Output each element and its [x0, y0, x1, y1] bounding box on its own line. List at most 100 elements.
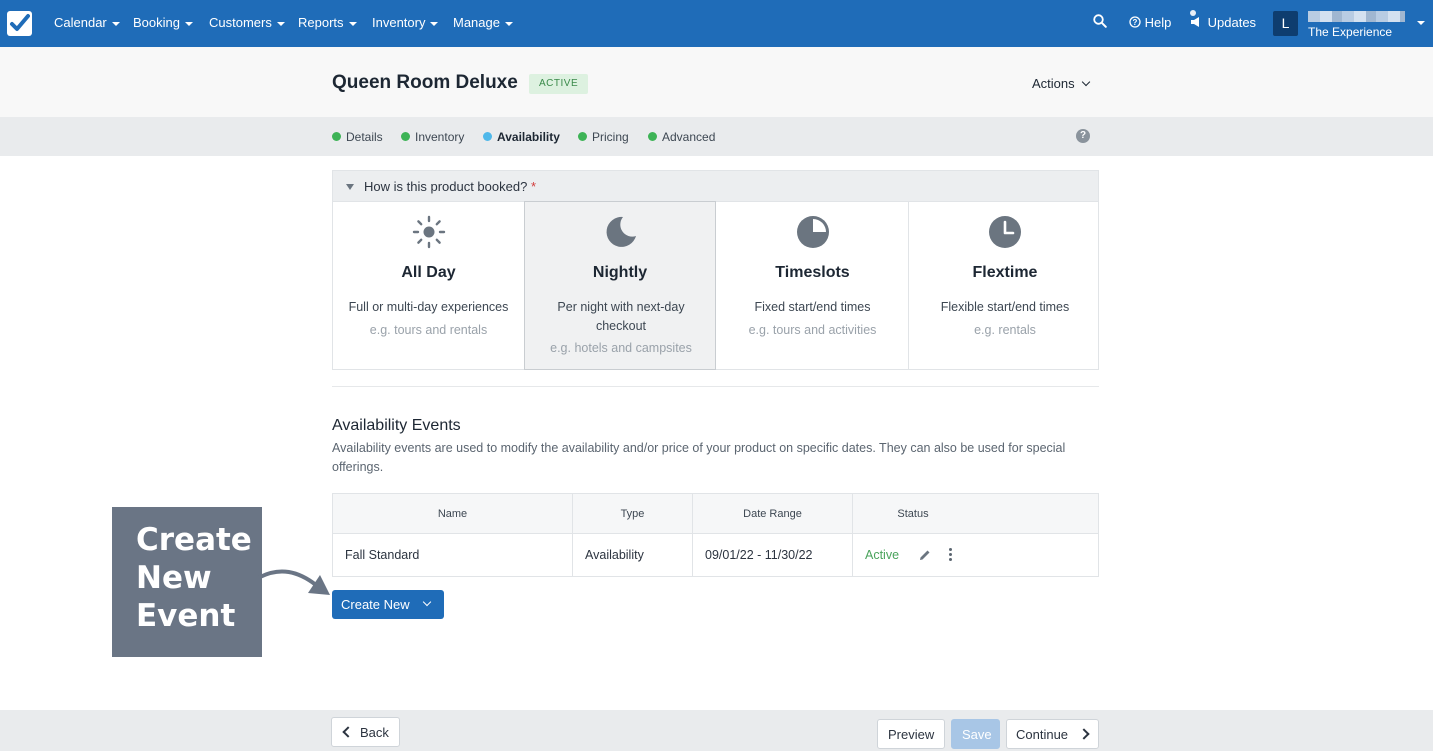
more-options-kebab-icon[interactable]: [949, 548, 952, 562]
chevron-down-icon: [422, 597, 432, 607]
step-advanced[interactable]: Advanced: [648, 130, 715, 144]
option-desc-text: Fixed start/end times: [754, 300, 871, 314]
step-label: Advanced: [662, 130, 716, 144]
edit-pencil-icon[interactable]: [919, 549, 931, 561]
option-title: Nightly: [592, 264, 648, 281]
step-status-dot: [332, 132, 341, 141]
booking-question-text: How is this product booked?: [364, 179, 528, 194]
option-nightly[interactable]: Nightly Per night with next-day checkout…: [524, 201, 716, 370]
column-header-type[interactable]: Type: [573, 494, 693, 534]
preview-button[interactable]: Preview: [877, 719, 945, 749]
option-example: e.g. tours and activities: [748, 323, 877, 337]
status-badge: ACTIVE: [529, 74, 589, 94]
updates-link[interactable]: Updates: [1190, 10, 1257, 30]
pie-clock-icon: [797, 216, 829, 248]
event-type: Availability: [573, 534, 693, 577]
avatar[interactable]: L: [1273, 11, 1298, 36]
option-timeslots[interactable]: Timeslots Fixed start/end times e.g. tou…: [717, 202, 909, 369]
step-label: Pricing: [592, 130, 629, 144]
step-status-dot: [401, 132, 410, 141]
option-description: Full or multi-day experiences e.g. tours…: [341, 298, 516, 340]
nav-reports-label: Reports: [298, 15, 344, 30]
chevron-down-icon: [1081, 77, 1090, 87]
help-question-icon[interactable]: ?: [1076, 129, 1090, 143]
help-label: Help: [1144, 15, 1172, 30]
callout-line: Event: [136, 598, 236, 634]
question-circle-icon: ?: [1129, 16, 1141, 28]
nav-manage[interactable]: Manage: [453, 15, 513, 30]
option-desc-text: Per night with next-day checkout: [557, 300, 685, 333]
step-label: Availability: [497, 130, 560, 144]
steps-bar: [0, 117, 1433, 156]
nav-reports[interactable]: Reports: [298, 15, 357, 30]
account-caret-down-icon[interactable]: [1417, 21, 1425, 25]
step-label: Inventory: [415, 130, 465, 144]
caret-down-icon: [111, 21, 120, 26]
updates-label: Updates: [1207, 15, 1257, 30]
nav-booking-label: Booking: [133, 15, 180, 30]
nav-inventory[interactable]: Inventory: [372, 15, 439, 30]
column-header-name[interactable]: Name: [333, 494, 573, 534]
step-status-dot: [483, 132, 492, 141]
collapse-triangle-icon: [346, 184, 354, 190]
actions-dropdown[interactable]: Actions: [1032, 76, 1090, 91]
booking-type-options: All Day Full or multi-day experiences e.…: [332, 201, 1101, 370]
caret-down-icon: [348, 21, 357, 26]
option-all-day[interactable]: All Day Full or multi-day experiences e.…: [333, 202, 525, 369]
product-header: [0, 47, 1433, 117]
column-header-date-range[interactable]: Date Range: [693, 494, 853, 534]
required-mark: *: [530, 179, 536, 194]
option-example: e.g. tours and rentals: [369, 323, 488, 337]
column-header-status[interactable]: Status: [853, 494, 973, 534]
step-inventory[interactable]: Inventory: [401, 130, 464, 144]
option-title: All Day: [401, 264, 456, 281]
nav-booking[interactable]: Booking: [133, 15, 193, 30]
option-description: Fixed start/end times e.g. tours and act…: [725, 298, 900, 340]
chevron-left-icon: [342, 726, 354, 738]
annotation-callout: Create New Event: [112, 507, 262, 657]
footer-bar: [0, 710, 1433, 751]
option-flextime[interactable]: Flextime Flexible start/end times e.g. r…: [909, 202, 1101, 369]
help-link[interactable]: ? Help: [1129, 15, 1171, 30]
nav-customers[interactable]: Customers: [209, 15, 285, 30]
caret-down-icon: [276, 21, 285, 26]
caret-down-icon: [504, 21, 513, 26]
booking-type-header[interactable]: How is this product booked? *: [332, 170, 1099, 202]
section-divider: [332, 386, 1099, 387]
clock-icon: [989, 216, 1021, 248]
account-email-redacted: [1308, 11, 1405, 22]
create-new-button[interactable]: Create New: [332, 590, 444, 619]
event-name[interactable]: Fall Standard: [333, 534, 573, 577]
account-name[interactable]: The Experience: [1308, 25, 1392, 39]
svg-text:?: ?: [1133, 18, 1138, 27]
preview-label: Preview: [888, 727, 935, 742]
nav-inventory-label: Inventory: [372, 15, 426, 30]
caret-down-icon: [184, 21, 193, 26]
save-button[interactable]: Save: [951, 719, 1000, 749]
back-button[interactable]: Back: [331, 717, 400, 747]
event-status: Active: [865, 548, 900, 562]
events-table: Name Type Date Range Status Fall Standar…: [332, 493, 1099, 577]
option-example: e.g. hotels and campsites: [550, 341, 692, 355]
step-availability[interactable]: Availability: [483, 130, 560, 144]
option-example: e.g. rentals: [974, 323, 1036, 337]
search-icon[interactable]: [1093, 14, 1107, 31]
booking-question: How is this product booked? *: [364, 179, 536, 194]
app-logo-checkmark-icon[interactable]: [7, 11, 32, 36]
save-label: Save: [962, 727, 992, 742]
step-status-dot: [578, 132, 587, 141]
step-details[interactable]: Details: [332, 130, 383, 144]
sun-icon: [412, 215, 446, 249]
page-title: Queen Room Deluxe: [332, 72, 518, 93]
continue-button[interactable]: Continue: [1006, 719, 1099, 749]
continue-label: Continue: [1016, 727, 1069, 742]
step-pricing[interactable]: Pricing: [578, 130, 629, 144]
option-title: Flextime: [972, 264, 1038, 281]
events-description: Availability events are used to modify t…: [332, 441, 1066, 474]
create-new-label: Create New: [341, 597, 410, 612]
event-date-range: 09/01/22 - 11/30/22: [693, 534, 853, 577]
option-desc-text: Flexible start/end times: [940, 300, 1070, 314]
nav-calendar[interactable]: Calendar: [54, 15, 120, 30]
option-description: Flexible start/end times e.g. rentals: [917, 298, 1093, 340]
caret-down-icon: [430, 21, 439, 26]
